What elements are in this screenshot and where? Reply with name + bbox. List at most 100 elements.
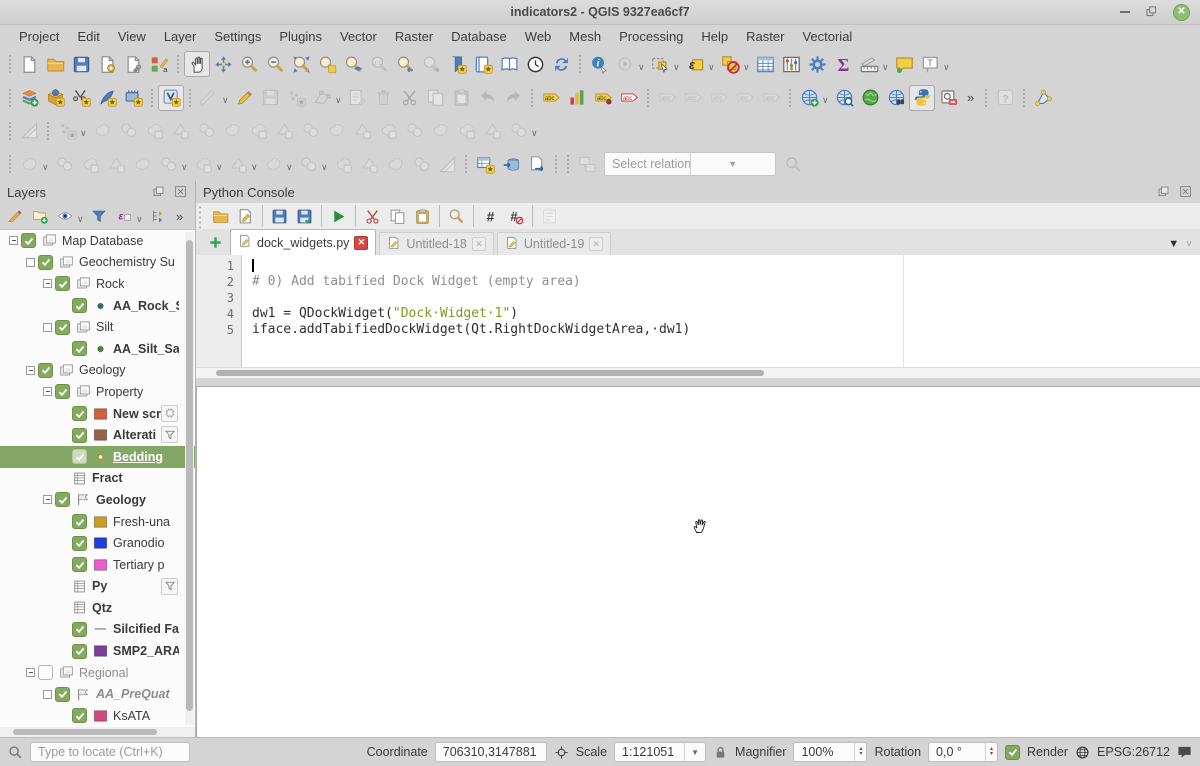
toolbar-drag-handle[interactable] <box>787 88 793 108</box>
show-layout-manager-icon[interactable] <box>120 51 146 77</box>
zoom-last-icon[interactable] <box>392 51 418 77</box>
minimize-button[interactable] <box>1120 11 1130 13</box>
add-vector-layer-icon[interactable] <box>42 85 68 111</box>
layers-float-icon[interactable] <box>152 185 166 199</box>
metasearch-icon[interactable] <box>796 85 822 111</box>
measure-dropdown[interactable]: ∨ <box>882 62 891 73</box>
layer-checkbox[interactable] <box>72 536 87 551</box>
menu-web-9[interactable]: Web <box>516 27 561 46</box>
layer-label[interactable]: KsATA <box>113 709 150 723</box>
filter-by-expression-dropdown[interactable]: ∨ <box>136 214 145 225</box>
menu-settings-4[interactable]: Settings <box>205 27 270 46</box>
bookmark-manager-icon[interactable] <box>496 51 522 77</box>
layer-row-geochemistry-su[interactable]: Geochemistry Su <box>0 252 195 274</box>
select-by-expression-dropdown[interactable]: ∨ <box>708 62 717 73</box>
spin-down-icon[interactable]: ▾ <box>990 752 993 757</box>
save-script-icon[interactable] <box>267 205 292 228</box>
text-annotation-icon[interactable]: T <box>917 51 943 77</box>
crs-globe-icon[interactable] <box>1075 745 1090 760</box>
cut-icon[interactable] <box>360 205 385 228</box>
text-annotation-dropdown[interactable]: ∨ <box>943 62 952 73</box>
layer-label[interactable]: New scr <box>113 407 161 421</box>
measure-icon[interactable] <box>856 51 882 77</box>
style-manager-icon[interactable]: a <box>146 51 172 77</box>
add-wms-layer-icon[interactable] <box>831 85 857 111</box>
deselect-features-dropdown[interactable]: ∨ <box>743 62 752 73</box>
restore-button[interactable] <box>1146 5 1157 20</box>
add-group-icon[interactable] <box>27 205 52 228</box>
layer-checkbox[interactable] <box>72 449 87 464</box>
layer-row-regional[interactable]: Regional <box>0 662 195 684</box>
rotation-spinner[interactable]: 0,0 ° ▴▾ <box>928 742 998 762</box>
zoom-full-icon[interactable] <box>288 51 314 77</box>
highlight-pinned-labels-icon[interactable]: abc <box>616 85 642 111</box>
select-features-icon[interactable] <box>647 51 673 77</box>
rectangle-from-center-dropdown[interactable]: ∨ <box>251 162 260 173</box>
layer-label[interactable]: Granodio <box>113 536 164 550</box>
select-by-expression-icon[interactable]: ε <box>682 51 708 77</box>
layer-label[interactable]: Py <box>92 579 107 593</box>
layer-checkbox[interactable] <box>72 341 87 356</box>
messages-icon[interactable] <box>1177 745 1192 760</box>
layer-label[interactable]: Property <box>96 385 143 399</box>
layer-checkbox[interactable] <box>55 492 70 507</box>
zoom-to-layer-icon[interactable] <box>340 51 366 77</box>
import-layer-to-db-icon[interactable] <box>498 151 524 177</box>
new-memory-layer-icon[interactable] <box>120 85 146 111</box>
layers-horizontal-scrollbar[interactable] <box>0 727 195 737</box>
layer-row-alterati[interactable]: Alterati <box>0 424 195 446</box>
toolbar-drag-handle[interactable] <box>529 88 535 108</box>
layer-checkbox[interactable] <box>55 384 70 399</box>
toolbar-drag-handle[interactable] <box>577 54 583 74</box>
menu-view-2[interactable]: View <box>109 27 155 46</box>
layer-checkbox[interactable] <box>55 276 70 291</box>
menu-mesh-10[interactable]: Mesh <box>560 27 610 46</box>
layer-row-bedding[interactable]: Bedding <box>0 446 195 468</box>
plugin-manager-icon[interactable] <box>935 85 961 111</box>
expand-collapse-all-icon[interactable] <box>145 205 170 228</box>
layer-checkbox[interactable] <box>72 644 87 659</box>
layers-close-icon[interactable] <box>174 185 188 199</box>
layer-label[interactable]: Fract <box>92 471 123 485</box>
manage-map-themes-dropdown[interactable]: ∨ <box>77 214 86 225</box>
layer-checkbox[interactable] <box>38 665 53 680</box>
toolbar-drag-handle[interactable] <box>187 88 193 108</box>
map-tips-icon[interactable] <box>891 51 917 77</box>
tree-expander-icon[interactable] <box>41 323 54 332</box>
menu-vectorial-14[interactable]: Vectorial <box>793 27 861 46</box>
layer-diagram-icon[interactable] <box>564 85 590 111</box>
open-layer-styling-icon[interactable] <box>2 205 27 228</box>
select-features-dropdown[interactable]: ∨ <box>673 62 682 73</box>
extents-icon[interactable] <box>554 745 569 760</box>
menu-layer-3[interactable]: Layer <box>155 27 206 46</box>
layer-row-geology[interactable]: Geology <box>0 489 195 511</box>
menu-plugins-5[interactable]: Plugins <box>270 27 331 46</box>
find-text-icon[interactable] <box>444 205 469 228</box>
python-console-icon[interactable] <box>909 85 935 111</box>
layer-label[interactable]: Geology <box>79 363 126 377</box>
rectangle-3-points-dropdown[interactable]: ∨ <box>286 162 295 173</box>
toolbar-drag-handle[interactable] <box>175 54 181 74</box>
show-statistics-icon[interactable]: Σ <box>830 51 856 77</box>
new-virtual-layer-icon[interactable] <box>158 85 184 111</box>
menu-project-0[interactable]: Project <box>10 27 68 46</box>
new-shapefile-layer-icon[interactable] <box>68 85 94 111</box>
code-editor[interactable]: 12345 # 0) Add tabified Dock Widget (emp… <box>196 255 1200 367</box>
menu-help-12[interactable]: Help <box>692 27 737 46</box>
layer-checkbox[interactable] <box>72 557 87 572</box>
toolbar-overflow[interactable]: » <box>961 90 980 105</box>
layer-checkbox[interactable] <box>55 320 70 335</box>
toolbar-drag-handle[interactable] <box>565 154 571 174</box>
layer-label[interactable]: Tertiary p <box>113 558 164 572</box>
pin-labels-icon[interactable]: abc <box>590 85 616 111</box>
layer-row-silcified-fau[interactable]: Silcified Fau <box>0 619 195 641</box>
layer-label[interactable]: Fresh-una <box>113 515 170 529</box>
layer-row-property[interactable]: Property <box>0 381 195 403</box>
editor-tab-untitled-19[interactable]: Untitled-19✕ <box>497 232 611 255</box>
zoom-in-icon[interactable] <box>236 51 262 77</box>
menu-processing-11[interactable]: Processing <box>610 27 692 46</box>
layer-label[interactable]: Map Database <box>62 234 143 248</box>
new-project-icon[interactable] <box>16 51 42 77</box>
layer-label[interactable]: Rock <box>96 277 124 291</box>
digitize-with-curve-dropdown[interactable]: ∨ <box>80 128 89 139</box>
